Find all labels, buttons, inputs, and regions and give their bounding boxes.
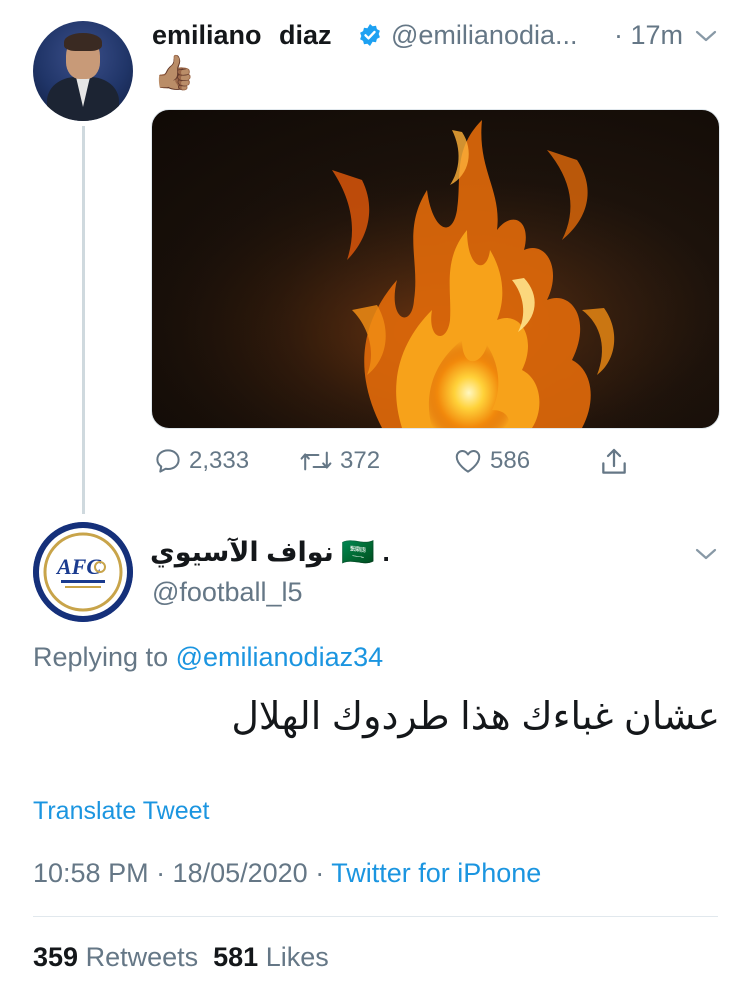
retweets-stat[interactable]: 359 Retweets bbox=[33, 942, 198, 972]
retweet-count: 372 bbox=[340, 447, 381, 474]
like-count: 586 bbox=[490, 447, 531, 474]
likes-stat[interactable]: 581 Likes bbox=[213, 942, 329, 972]
fire-image bbox=[152, 110, 719, 428]
author-name[interactable]: emiliano diaz bbox=[152, 20, 332, 51]
divider bbox=[33, 916, 718, 917]
like-button[interactable]: 586 bbox=[452, 446, 530, 476]
tweet-metadata: 10:58 PM · 18/05/2020 · Twitter for iPho… bbox=[33, 858, 541, 889]
reply-author-name[interactable]: نواف الآسيوي 🇸🇦 . bbox=[150, 536, 390, 568]
translate-tweet-link[interactable]: Translate Tweet bbox=[33, 797, 209, 826]
afc-logo-icon: AFC bbox=[33, 522, 133, 622]
chevron-down-icon[interactable] bbox=[694, 28, 718, 44]
author-avatar[interactable] bbox=[33, 21, 133, 121]
reply-icon bbox=[156, 449, 180, 473]
retweet-button[interactable]: 372 bbox=[298, 446, 380, 476]
tweet-text: 👍🏽 bbox=[153, 54, 196, 92]
reply-author-avatar[interactable]: AFC bbox=[33, 522, 133, 622]
share-button[interactable] bbox=[598, 446, 630, 478]
tweet-source-link[interactable]: Twitter for iPhone bbox=[331, 858, 541, 888]
replying-to: Replying to @emilianodiaz34 bbox=[33, 642, 383, 673]
reply-tweet-text: عشان غباءك هذا طردوك الهلال bbox=[231, 696, 720, 738]
retweets-stat-count: 359 bbox=[33, 942, 79, 972]
retweet-icon bbox=[300, 451, 332, 471]
replying-to-prefix: Replying to bbox=[33, 642, 176, 672]
verified-badge-icon bbox=[360, 24, 380, 46]
likes-stat-label: Likes bbox=[258, 942, 329, 972]
reply-author-handle[interactable]: @football_l5 bbox=[152, 577, 303, 608]
share-icon bbox=[602, 448, 626, 474]
thread-connector-line bbox=[82, 126, 85, 514]
retweets-stat-label: Retweets bbox=[78, 942, 199, 972]
tweet-media-image[interactable] bbox=[151, 109, 720, 429]
author-handle[interactable]: @emilianodia... bbox=[391, 20, 578, 51]
reply-chevron-down-icon[interactable] bbox=[694, 546, 718, 562]
engagement-stats: 359 Retweets 581 Likes bbox=[33, 942, 329, 973]
like-icon bbox=[455, 450, 481, 473]
reply-count: 2,333 bbox=[189, 447, 250, 474]
likes-stat-count: 581 bbox=[213, 942, 259, 972]
replying-to-handle-link[interactable]: @emilianodiaz34 bbox=[176, 642, 384, 672]
reply-button[interactable]: 2,333 bbox=[153, 446, 249, 476]
tweet-timestamp: 10:58 PM · 18/05/2020 · bbox=[33, 858, 332, 888]
tweet-time[interactable]: · 17m bbox=[614, 20, 683, 51]
